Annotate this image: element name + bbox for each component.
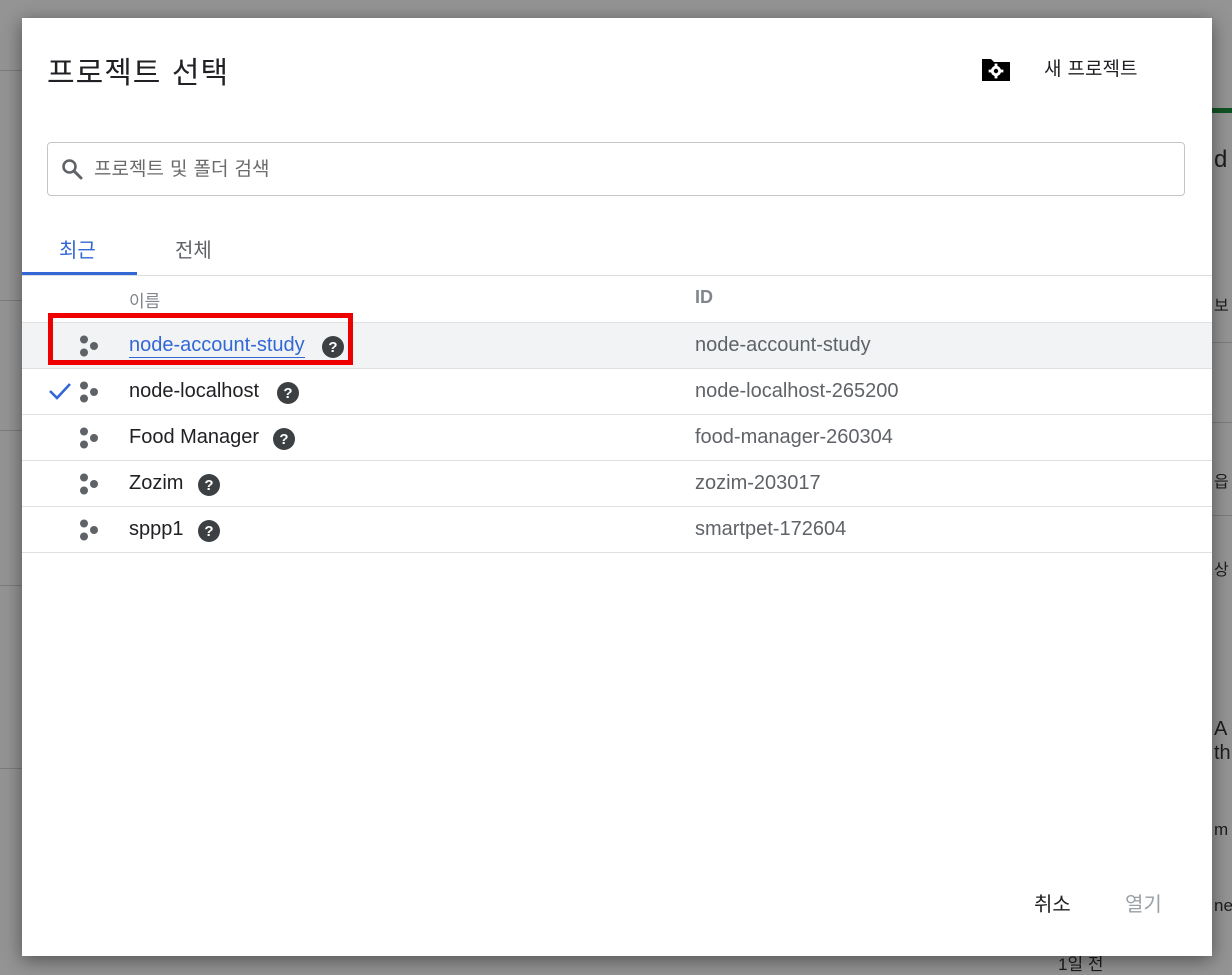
help-icon[interactable]: ? <box>273 428 295 450</box>
check-icon <box>49 383 71 400</box>
table-row[interactable]: node-localhost ? node-localhost-265200 <box>22 368 1212 414</box>
folder-settings-icon[interactable] <box>980 55 1012 83</box>
search-box[interactable] <box>47 142 1185 196</box>
tabs-divider <box>22 275 1212 276</box>
project-name-link[interactable]: node-account-study <box>129 334 305 358</box>
help-icon[interactable]: ? <box>322 336 344 358</box>
svg-text:?: ? <box>283 385 292 402</box>
table-row[interactable]: Food Manager ? food-manager-260304 <box>22 414 1212 460</box>
project-id: smartpet-172604 <box>695 518 847 540</box>
search-input[interactable] <box>92 157 1096 181</box>
project-icon <box>80 335 98 357</box>
column-header-id: ID <box>695 287 713 307</box>
tab-recent[interactable]: 최근 <box>59 234 96 263</box>
project-table: node-account-study ? node-account-study … <box>22 322 1212 553</box>
dialog-title: 프로젝트 선택 <box>47 56 230 91</box>
help-icon[interactable]: ? <box>198 520 220 542</box>
project-icon <box>80 473 98 495</box>
help-icon[interactable]: ? <box>277 382 299 404</box>
column-header-name: 이름 <box>129 292 161 312</box>
svg-text:?: ? <box>204 523 213 540</box>
project-id: node-account-study <box>695 334 871 356</box>
table-row[interactable]: Zozim ? zozim-203017 <box>22 460 1212 506</box>
project-id: zozim-203017 <box>695 472 821 494</box>
table-row[interactable]: sppp1 ? smartpet-172604 <box>22 506 1212 553</box>
project-icon <box>80 381 98 403</box>
search-icon <box>62 159 83 180</box>
new-project-button[interactable]: 새 프로젝트 <box>1044 54 1137 81</box>
open-button[interactable]: 열기 <box>1125 888 1162 917</box>
project-name[interactable]: node-localhost <box>129 380 259 403</box>
project-name[interactable]: Zozim <box>129 472 183 495</box>
svg-text:?: ? <box>279 431 288 448</box>
project-id: food-manager-260304 <box>695 426 893 448</box>
project-icon <box>80 427 98 449</box>
tab-all[interactable]: 전체 <box>175 234 212 263</box>
project-name[interactable]: sppp1 <box>129 518 184 541</box>
project-id: node-localhost-265200 <box>695 380 899 402</box>
table-row[interactable]: node-account-study ? node-account-study <box>22 322 1212 368</box>
cancel-button[interactable]: 취소 <box>1034 888 1071 917</box>
svg-text:?: ? <box>328 339 337 356</box>
project-icon <box>80 519 98 541</box>
select-project-dialog: 프로젝트 선택 새 프로젝트 최근 전체 이름 ID node-account-… <box>22 18 1212 956</box>
svg-text:?: ? <box>204 477 213 494</box>
project-name[interactable]: Food Manager <box>129 426 259 449</box>
help-icon[interactable]: ? <box>198 474 220 496</box>
